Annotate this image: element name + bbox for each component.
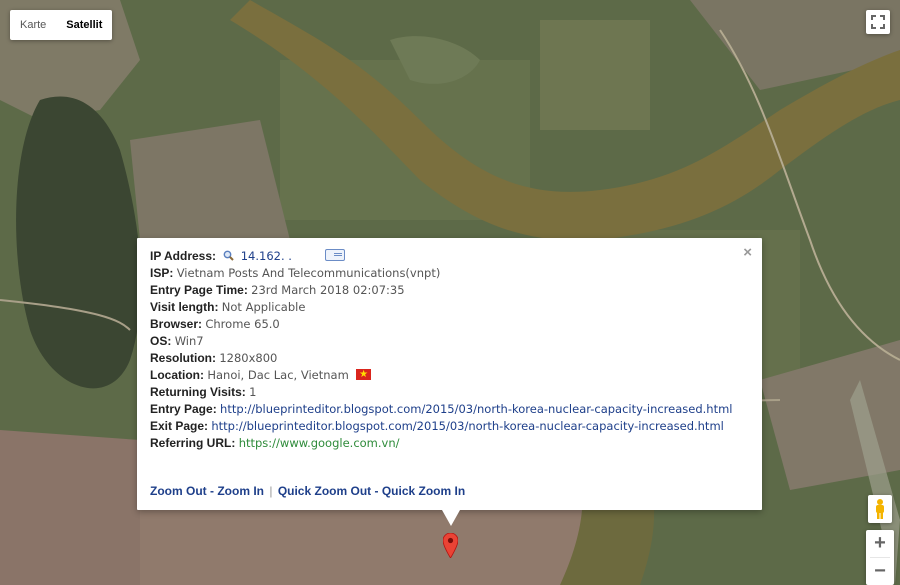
visit-length-value: Not Applicable <box>221 300 306 314</box>
zoom-out-link[interactable]: Zoom Out <box>150 484 207 498</box>
fullscreen-button[interactable] <box>866 10 890 34</box>
quick-zoom-in-link[interactable]: Quick Zoom In <box>382 484 465 498</box>
visitor-info-window: × IP Address: 14.162. . ISP: Vietnam Pos… <box>137 238 762 526</box>
row-browser: Browser: Chrome 65.0 <box>150 316 733 333</box>
map-marker-icon[interactable] <box>443 533 458 558</box>
map-zoom-in-button[interactable]: + <box>866 530 894 557</box>
browser-label: Browser: <box>150 317 203 331</box>
exit-page-link[interactable]: http://blueprinteditor.blogspot.com/2015… <box>211 419 723 433</box>
close-icon[interactable]: × <box>743 244 752 261</box>
referring-link[interactable]: https://www.google.com.vn/ <box>239 436 400 450</box>
id-card-icon[interactable] <box>325 249 346 261</box>
map-zoom-out-button[interactable]: − <box>866 558 894 585</box>
row-entry-page: Entry Page: http://blueprinteditor.blogs… <box>150 401 733 418</box>
browser-value: Chrome 65.0 <box>205 317 280 331</box>
isp-value: Vietnam Posts And Telecommunications(vnp… <box>176 266 441 280</box>
row-returning: Returning Visits: 1 <box>150 384 733 401</box>
map-type-karte[interactable]: Karte <box>10 10 56 40</box>
resolution-value: 1280x800 <box>219 351 278 365</box>
row-location: Location: Hanoi, Dac Lac, Vietnam <box>150 366 733 384</box>
row-ip: IP Address: 14.162. . <box>150 248 733 265</box>
location-label: Location: <box>150 368 204 382</box>
returning-label: Returning Visits: <box>150 385 246 399</box>
os-label: OS: <box>150 334 172 348</box>
row-resolution: Resolution: 1280x800 <box>150 350 733 367</box>
vietnam-flag-icon <box>356 366 372 383</box>
zoom-dash-1: - <box>206 484 218 498</box>
ip-label: IP Address: <box>150 249 217 263</box>
ip-value: 14.162. . <box>240 249 292 263</box>
entry-time-value: 23rd March 2018 02:07:35 <box>251 283 405 297</box>
map-type-satellit[interactable]: Satellit <box>56 10 112 40</box>
zoom-control: + − <box>866 530 894 585</box>
info-window-tail <box>442 510 460 526</box>
entry-time-label: Entry Page Time: <box>150 283 248 297</box>
entry-page-link[interactable]: http://blueprinteditor.blogspot.com/2015… <box>220 402 732 416</box>
row-isp: ISP: Vietnam Posts And Telecommunication… <box>150 265 733 282</box>
location-value: Hanoi, Dac Lac, Vietnam <box>207 368 349 382</box>
row-entry-time: Entry Page Time: 23rd March 2018 02:07:3… <box>150 282 733 299</box>
quick-zoom-out-link[interactable]: Quick Zoom Out <box>278 484 371 498</box>
row-visit-length: Visit length: Not Applicable <box>150 299 733 316</box>
pegman-icon <box>876 499 884 519</box>
os-value: Win7 <box>174 334 204 348</box>
visitor-details: IP Address: 14.162. . ISP: Vietnam Posts… <box>150 248 733 452</box>
exit-page-label: Exit Page: <box>150 419 209 433</box>
zoom-links: Zoom Out - Zoom In | Quick Zoom Out - Qu… <box>150 484 465 498</box>
zoom-dash-2: - <box>371 484 382 498</box>
zoom-link-separator: | <box>269 484 273 498</box>
returning-value: 1 <box>249 385 257 399</box>
resolution-label: Resolution: <box>150 351 216 365</box>
map-type-control: Karte Satellit <box>10 10 113 40</box>
row-referring: Referring URL: https://www.google.com.vn… <box>150 435 733 452</box>
row-exit-page: Exit Page: http://blueprinteditor.blogsp… <box>150 418 733 435</box>
entry-page-label: Entry Page: <box>150 402 217 416</box>
visit-length-label: Visit length: <box>150 300 219 314</box>
street-view-pegman[interactable] <box>868 495 892 523</box>
fullscreen-icon <box>871 15 885 29</box>
zoom-in-link[interactable]: Zoom In <box>217 484 264 498</box>
magnifier-icon[interactable] <box>223 250 235 261</box>
isp-label: ISP: <box>150 266 174 280</box>
row-os: OS: Win7 <box>150 333 733 350</box>
referring-label: Referring URL: <box>150 436 236 450</box>
